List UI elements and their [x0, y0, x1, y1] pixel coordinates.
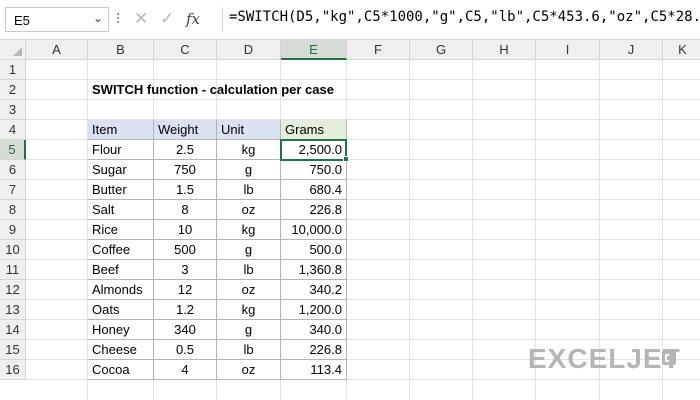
table-cell[interactable]: 680.4	[281, 180, 347, 200]
worksheet-grid[interactable]: A B C D E F G H I J K 1 2 3 4 5 6 7 8 9 10 11 12 13 14 15 16 SWITCH…	[0, 40, 700, 400]
table-cell[interactable]: 1,360.8	[281, 260, 347, 280]
table-cell[interactable]: lb	[217, 260, 281, 280]
chevron-down-icon[interactable]: ⌄	[93, 11, 103, 25]
formula-bar-divider	[222, 7, 223, 32]
table-cell[interactable]: Coffee	[88, 240, 154, 260]
table-cell[interactable]: 1.5	[154, 180, 217, 200]
row-header-9[interactable]: 9	[0, 220, 26, 240]
column-header-a[interactable]: A	[26, 40, 88, 60]
row-header-13[interactable]: 13	[0, 300, 26, 320]
row-header-11[interactable]: 11	[0, 260, 26, 280]
name-box-value: E5	[14, 13, 30, 28]
table-cell[interactable]: oz	[217, 200, 281, 220]
table-cell[interactable]: 750	[154, 160, 217, 180]
table-cell[interactable]: g	[217, 320, 281, 340]
table-cell[interactable]: lb	[217, 340, 281, 360]
table-cell[interactable]: Oats	[88, 300, 154, 320]
fill-handle[interactable]	[343, 156, 349, 162]
column-header-g[interactable]: G	[410, 40, 473, 60]
table-cell[interactable]: 8	[154, 200, 217, 220]
row-header-7[interactable]: 7	[0, 180, 26, 200]
column-header-d[interactable]: D	[217, 40, 281, 60]
exceljet-logo-mark	[662, 351, 676, 365]
table-cell[interactable]: kg	[217, 220, 281, 240]
table-header-cell: Weight	[154, 120, 217, 140]
row-header-8[interactable]: 8	[0, 200, 26, 220]
table-cell[interactable]: 340	[154, 320, 217, 340]
formula-bar-buttons: ✕ ✓ fx	[128, 7, 220, 32]
table-cell[interactable]: g	[217, 240, 281, 260]
table-cell[interactable]: 500.0	[281, 240, 347, 260]
table-cell[interactable]: 4	[154, 360, 217, 380]
table-cell[interactable]: Cheese	[88, 340, 154, 360]
column-header-e[interactable]: E	[281, 40, 347, 60]
table-header-cell: Item	[88, 120, 154, 140]
row-header-2[interactable]: 2	[0, 80, 26, 100]
table-cell[interactable]: Flour	[88, 140, 154, 160]
table-cell[interactable]: 0.5	[154, 340, 217, 360]
row-header-12[interactable]: 12	[0, 280, 26, 300]
table-cell[interactable]: 2.5	[154, 140, 217, 160]
table-header-cell: Grams	[281, 120, 347, 140]
table-cell[interactable]: 10	[154, 220, 217, 240]
table-cell[interactable]: 10,000.0	[281, 220, 347, 240]
column-header-c[interactable]: C	[154, 40, 217, 60]
name-box[interactable]: E5 ⌄	[5, 7, 109, 32]
column-header-f[interactable]: F	[347, 40, 410, 60]
table-cell[interactable]: 226.8	[281, 340, 347, 360]
table-cell[interactable]: Butter	[88, 180, 154, 200]
row-header-4[interactable]: 4	[0, 120, 26, 140]
select-all-button[interactable]	[0, 40, 26, 60]
sheet-title: SWITCH function - calculation per case	[92, 82, 334, 97]
row-header-16[interactable]: 16	[0, 360, 26, 380]
table-cell[interactable]: 1.2	[154, 300, 217, 320]
formula-input[interactable]: =SWITCH(D5,"kg",C5*1000,"g",C5,"lb",C5*4…	[229, 9, 700, 25]
row-header-1[interactable]: 1	[0, 60, 26, 80]
insert-function-icon[interactable]: fx	[186, 10, 200, 28]
gridline-vertical	[472, 60, 473, 400]
table-cell[interactable]: oz	[217, 280, 281, 300]
table-cell[interactable]: Almonds	[88, 280, 154, 300]
formula-bar: E5 ⌄ ✕ ✓ fx =SWITCH(D5,"kg",C5*1000,"g",…	[0, 0, 700, 40]
row-header-5[interactable]: 5	[0, 140, 26, 160]
table-cell[interactable]: 226.8	[281, 200, 347, 220]
row-header-15[interactable]: 15	[0, 340, 26, 360]
table-cell[interactable]: kg	[217, 300, 281, 320]
gridline-vertical	[409, 60, 410, 400]
table-cell[interactable]: 750.0	[281, 160, 347, 180]
row-header-6[interactable]: 6	[0, 160, 26, 180]
table-cell[interactable]: 113.4	[281, 360, 347, 380]
column-header-h[interactable]: H	[473, 40, 536, 60]
table-cell[interactable]: 1,200.0	[281, 300, 347, 320]
column-header-j[interactable]: J	[600, 40, 663, 60]
table-cell[interactable]: Rice	[88, 220, 154, 240]
table-cell[interactable]: lb	[217, 180, 281, 200]
row-header-14[interactable]: 14	[0, 320, 26, 340]
table-cell[interactable]: 340.2	[281, 280, 347, 300]
table-cell[interactable]: Beef	[88, 260, 154, 280]
column-header-k[interactable]: K	[663, 40, 700, 60]
column-header-i[interactable]: I	[536, 40, 600, 60]
table-cell[interactable]: oz	[217, 360, 281, 380]
table-cell[interactable]: 3	[154, 260, 217, 280]
exceljet-logo: EXCELJET	[528, 343, 681, 374]
check-icon[interactable]: ✓	[160, 9, 174, 29]
cancel-icon[interactable]: ✕	[134, 9, 148, 29]
table-cell[interactable]: kg	[217, 140, 281, 160]
column-header-b[interactable]: B	[88, 40, 154, 60]
table-cell[interactable]: 340.0	[281, 320, 347, 340]
active-cell-selection	[280, 139, 347, 161]
table-cell[interactable]: Honey	[88, 320, 154, 340]
row-header-3[interactable]: 3	[0, 100, 26, 120]
formula-bar-resize-handle[interactable]	[116, 11, 120, 29]
row-header-10[interactable]: 10	[0, 240, 26, 260]
table-cell[interactable]: 500	[154, 240, 217, 260]
table-cell[interactable]: Salt	[88, 200, 154, 220]
table-cell[interactable]: Sugar	[88, 160, 154, 180]
table-cell[interactable]: Cocoa	[88, 360, 154, 380]
table-header-cell: Unit	[217, 120, 281, 140]
table-cell[interactable]: g	[217, 160, 281, 180]
table-cell[interactable]: 12	[154, 280, 217, 300]
